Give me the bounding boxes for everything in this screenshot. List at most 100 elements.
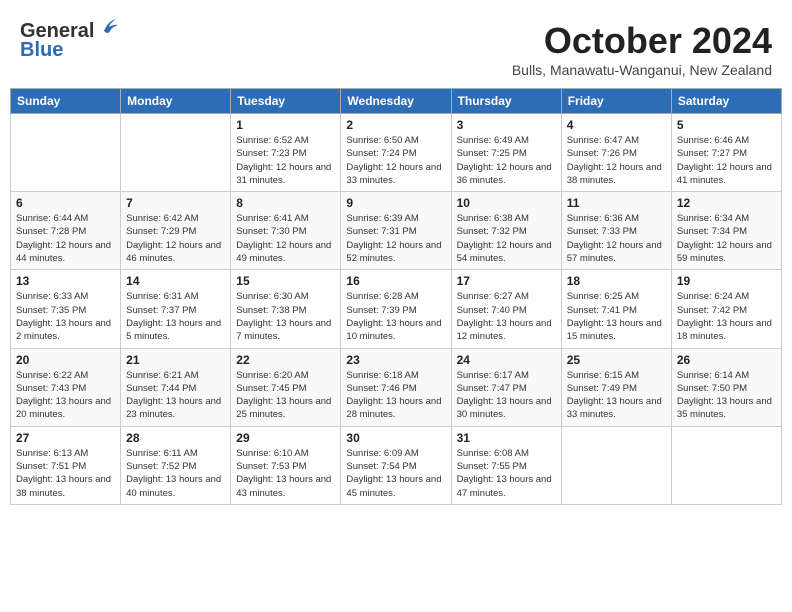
day-info: Sunrise: 6:28 AMSunset: 7:39 PMDaylight:…	[346, 290, 445, 343]
day-cell-4: 4 Sunrise: 6:47 AMSunset: 7:26 PMDayligh…	[561, 114, 671, 192]
day-cell-16: 16 Sunrise: 6:28 AMSunset: 7:39 PMDaylig…	[341, 270, 451, 348]
day-cell-21: 21 Sunrise: 6:21 AMSunset: 7:44 PMDaylig…	[121, 348, 231, 426]
day-cell-8: 8 Sunrise: 6:41 AMSunset: 7:30 PMDayligh…	[231, 192, 341, 270]
day-number: 13	[16, 274, 115, 288]
day-info: Sunrise: 6:30 AMSunset: 7:38 PMDaylight:…	[236, 290, 335, 343]
day-number: 31	[457, 431, 556, 445]
day-info: Sunrise: 6:33 AMSunset: 7:35 PMDaylight:…	[16, 290, 115, 343]
day-number: 19	[677, 274, 776, 288]
day-number: 11	[567, 196, 666, 210]
day-info: Sunrise: 6:22 AMSunset: 7:43 PMDaylight:…	[16, 369, 115, 422]
day-cell-30: 30 Sunrise: 6:09 AMSunset: 7:54 PMDaylig…	[341, 426, 451, 504]
calendar-week-4: 20 Sunrise: 6:22 AMSunset: 7:43 PMDaylig…	[11, 348, 782, 426]
day-number: 14	[126, 274, 225, 288]
day-number: 24	[457, 353, 556, 367]
day-info: Sunrise: 6:24 AMSunset: 7:42 PMDaylight:…	[677, 290, 776, 343]
day-number: 18	[567, 274, 666, 288]
empty-cell	[121, 114, 231, 192]
location-title: Bulls, Manawatu-Wanganui, New Zealand	[512, 62, 772, 78]
day-number: 21	[126, 353, 225, 367]
day-info: Sunrise: 6:34 AMSunset: 7:34 PMDaylight:…	[677, 212, 776, 265]
logo-bird-icon	[96, 17, 118, 39]
weekday-header-sunday: Sunday	[11, 89, 121, 114]
weekday-header-saturday: Saturday	[671, 89, 781, 114]
calendar-table: SundayMondayTuesdayWednesdayThursdayFrid…	[10, 88, 782, 505]
day-cell-13: 13 Sunrise: 6:33 AMSunset: 7:35 PMDaylig…	[11, 270, 121, 348]
day-cell-15: 15 Sunrise: 6:30 AMSunset: 7:38 PMDaylig…	[231, 270, 341, 348]
day-number: 28	[126, 431, 225, 445]
day-number: 6	[16, 196, 115, 210]
page-header: General Blue October 2024 Bulls, Manawat…	[10, 10, 782, 83]
day-info: Sunrise: 6:10 AMSunset: 7:53 PMDaylight:…	[236, 447, 335, 500]
day-info: Sunrise: 6:09 AMSunset: 7:54 PMDaylight:…	[346, 447, 445, 500]
weekday-header-tuesday: Tuesday	[231, 89, 341, 114]
day-cell-11: 11 Sunrise: 6:36 AMSunset: 7:33 PMDaylig…	[561, 192, 671, 270]
day-info: Sunrise: 6:50 AMSunset: 7:24 PMDaylight:…	[346, 134, 445, 187]
month-title: October 2024	[512, 20, 772, 62]
day-info: Sunrise: 6:17 AMSunset: 7:47 PMDaylight:…	[457, 369, 556, 422]
day-number: 3	[457, 118, 556, 132]
day-number: 5	[677, 118, 776, 132]
calendar-week-5: 27 Sunrise: 6:13 AMSunset: 7:51 PMDaylig…	[11, 426, 782, 504]
day-info: Sunrise: 6:36 AMSunset: 7:33 PMDaylight:…	[567, 212, 666, 265]
day-number: 30	[346, 431, 445, 445]
day-number: 4	[567, 118, 666, 132]
weekday-header-thursday: Thursday	[451, 89, 561, 114]
day-info: Sunrise: 6:47 AMSunset: 7:26 PMDaylight:…	[567, 134, 666, 187]
day-cell-12: 12 Sunrise: 6:34 AMSunset: 7:34 PMDaylig…	[671, 192, 781, 270]
day-number: 15	[236, 274, 335, 288]
weekday-header-monday: Monday	[121, 89, 231, 114]
day-info: Sunrise: 6:20 AMSunset: 7:45 PMDaylight:…	[236, 369, 335, 422]
day-info: Sunrise: 6:27 AMSunset: 7:40 PMDaylight:…	[457, 290, 556, 343]
day-info: Sunrise: 6:39 AMSunset: 7:31 PMDaylight:…	[346, 212, 445, 265]
day-cell-7: 7 Sunrise: 6:42 AMSunset: 7:29 PMDayligh…	[121, 192, 231, 270]
day-number: 12	[677, 196, 776, 210]
day-cell-29: 29 Sunrise: 6:10 AMSunset: 7:53 PMDaylig…	[231, 426, 341, 504]
calendar-week-2: 6 Sunrise: 6:44 AMSunset: 7:28 PMDayligh…	[11, 192, 782, 270]
day-number: 17	[457, 274, 556, 288]
day-cell-18: 18 Sunrise: 6:25 AMSunset: 7:41 PMDaylig…	[561, 270, 671, 348]
logo-blue-text: Blue	[20, 39, 63, 62]
logo: General Blue	[20, 20, 118, 62]
day-info: Sunrise: 6:14 AMSunset: 7:50 PMDaylight:…	[677, 369, 776, 422]
day-info: Sunrise: 6:13 AMSunset: 7:51 PMDaylight:…	[16, 447, 115, 500]
day-info: Sunrise: 6:21 AMSunset: 7:44 PMDaylight:…	[126, 369, 225, 422]
weekday-header-wednesday: Wednesday	[341, 89, 451, 114]
day-cell-3: 3 Sunrise: 6:49 AMSunset: 7:25 PMDayligh…	[451, 114, 561, 192]
day-cell-26: 26 Sunrise: 6:14 AMSunset: 7:50 PMDaylig…	[671, 348, 781, 426]
day-info: Sunrise: 6:52 AMSunset: 7:23 PMDaylight:…	[236, 134, 335, 187]
day-info: Sunrise: 6:44 AMSunset: 7:28 PMDaylight:…	[16, 212, 115, 265]
day-number: 1	[236, 118, 335, 132]
day-number: 7	[126, 196, 225, 210]
day-info: Sunrise: 6:08 AMSunset: 7:55 PMDaylight:…	[457, 447, 556, 500]
day-cell-25: 25 Sunrise: 6:15 AMSunset: 7:49 PMDaylig…	[561, 348, 671, 426]
day-cell-2: 2 Sunrise: 6:50 AMSunset: 7:24 PMDayligh…	[341, 114, 451, 192]
day-number: 22	[236, 353, 335, 367]
day-cell-17: 17 Sunrise: 6:27 AMSunset: 7:40 PMDaylig…	[451, 270, 561, 348]
day-info: Sunrise: 6:46 AMSunset: 7:27 PMDaylight:…	[677, 134, 776, 187]
empty-cell	[671, 426, 781, 504]
day-info: Sunrise: 6:31 AMSunset: 7:37 PMDaylight:…	[126, 290, 225, 343]
day-cell-27: 27 Sunrise: 6:13 AMSunset: 7:51 PMDaylig…	[11, 426, 121, 504]
day-cell-28: 28 Sunrise: 6:11 AMSunset: 7:52 PMDaylig…	[121, 426, 231, 504]
day-info: Sunrise: 6:18 AMSunset: 7:46 PMDaylight:…	[346, 369, 445, 422]
day-number: 8	[236, 196, 335, 210]
day-number: 27	[16, 431, 115, 445]
day-number: 23	[346, 353, 445, 367]
day-cell-23: 23 Sunrise: 6:18 AMSunset: 7:46 PMDaylig…	[341, 348, 451, 426]
calendar-week-3: 13 Sunrise: 6:33 AMSunset: 7:35 PMDaylig…	[11, 270, 782, 348]
day-number: 26	[677, 353, 776, 367]
day-cell-1: 1 Sunrise: 6:52 AMSunset: 7:23 PMDayligh…	[231, 114, 341, 192]
title-block: October 2024 Bulls, Manawatu-Wanganui, N…	[512, 20, 772, 78]
day-cell-31: 31 Sunrise: 6:08 AMSunset: 7:55 PMDaylig…	[451, 426, 561, 504]
day-number: 20	[16, 353, 115, 367]
calendar-week-1: 1 Sunrise: 6:52 AMSunset: 7:23 PMDayligh…	[11, 114, 782, 192]
empty-cell	[561, 426, 671, 504]
empty-cell	[11, 114, 121, 192]
day-cell-9: 9 Sunrise: 6:39 AMSunset: 7:31 PMDayligh…	[341, 192, 451, 270]
day-cell-22: 22 Sunrise: 6:20 AMSunset: 7:45 PMDaylig…	[231, 348, 341, 426]
day-info: Sunrise: 6:15 AMSunset: 7:49 PMDaylight:…	[567, 369, 666, 422]
day-info: Sunrise: 6:42 AMSunset: 7:29 PMDaylight:…	[126, 212, 225, 265]
day-number: 16	[346, 274, 445, 288]
day-cell-19: 19 Sunrise: 6:24 AMSunset: 7:42 PMDaylig…	[671, 270, 781, 348]
